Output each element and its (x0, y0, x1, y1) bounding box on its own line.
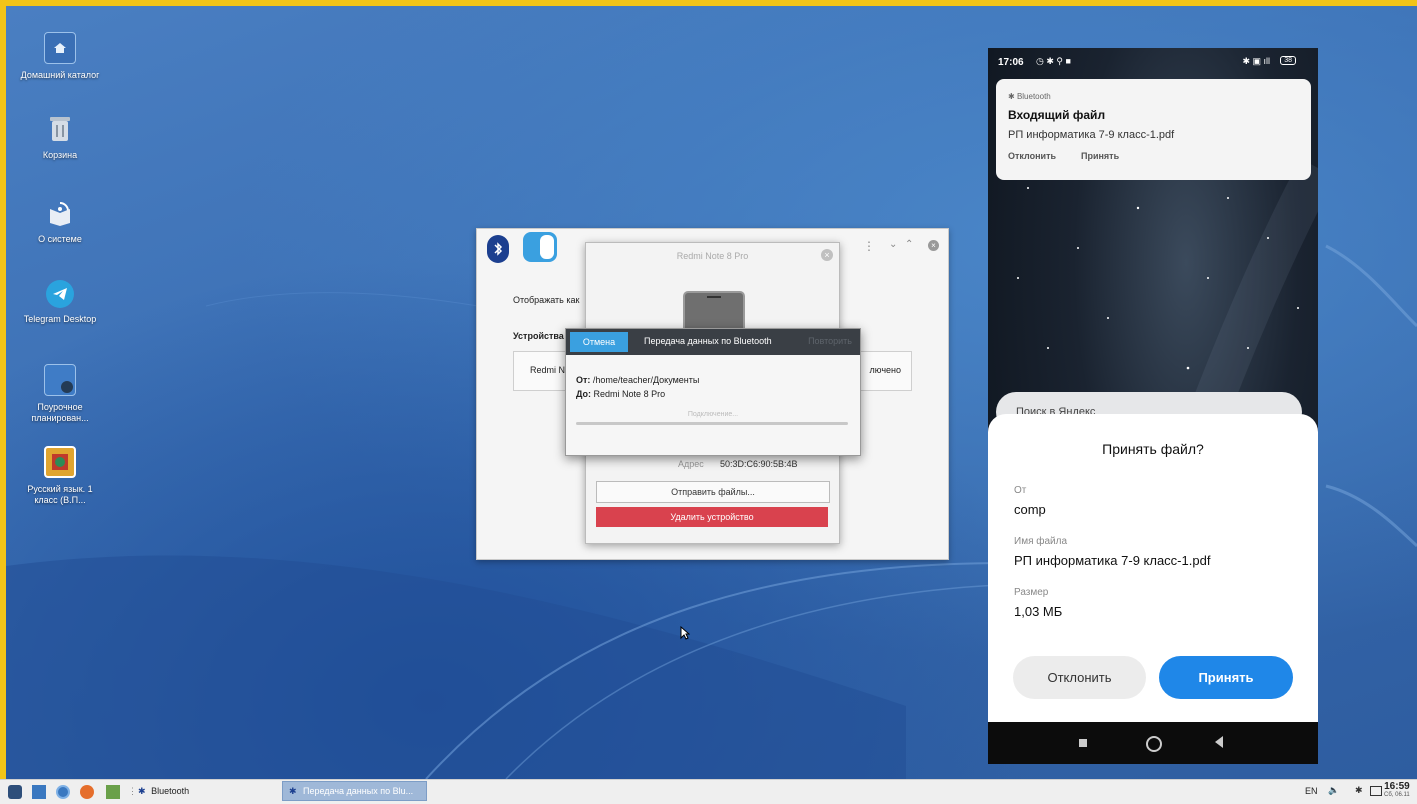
sheet-title: Принять файл? (1102, 441, 1204, 457)
notification-reject[interactable]: Отклонить (1008, 151, 1056, 161)
desktop-icon-label: Домашний каталог (20, 70, 100, 80)
start-menu-icon[interactable] (8, 785, 22, 799)
clock-time: 16:59 (1384, 781, 1410, 792)
to-label: До: (576, 389, 592, 399)
telegram-icon (46, 280, 74, 308)
clock-date: Сб, 06.11 (1384, 792, 1410, 798)
keyboard-layout[interactable]: EN (1305, 786, 1318, 796)
sheet-name-label: Имя файла (1014, 536, 1068, 547)
from-label: От: (576, 375, 591, 385)
desktop-icon-home[interactable]: Домашний каталог (20, 32, 100, 81)
sheet-size-value: 1,03 МБ (1014, 604, 1063, 619)
show-desktop-icon[interactable] (32, 785, 46, 799)
remove-device-button[interactable]: Удалить устройство (596, 507, 828, 527)
desktop-icon-label: Поурочное планирован... (31, 402, 89, 423)
device-dialog-title: Redmi Note 8 Pro (676, 251, 749, 261)
taskbar-separator: ⋮ (128, 786, 137, 796)
desktop-icon-label: Telegram Desktop (23, 314, 97, 324)
active-task-button[interactable]: ✱ Передача данных по Blu... (282, 781, 427, 801)
sheet-accept-button[interactable]: Принять (1159, 656, 1293, 699)
to-line: До: Redmi Note 8 Pro (576, 389, 665, 399)
transfer-title: Передача данных по Bluetooth (644, 336, 772, 346)
device-row-status: лючено (869, 365, 901, 375)
phone-signal-icon: ✱ ▣ ıll (1242, 56, 1270, 66)
address-value: 50:3D:C6:90:5B:4B (720, 459, 798, 469)
phone-status-icons: ◷ ✱ ⚲ ■ (1036, 56, 1071, 66)
active-task-label: Передача данных по Blu... (303, 786, 414, 796)
back-triangle-icon[interactable] (1215, 736, 1223, 748)
to-value: Redmi Note 8 Pro (593, 389, 666, 399)
firefox-icon[interactable] (80, 785, 94, 799)
file-manager-icon[interactable] (106, 785, 120, 799)
bluetooth-tray-icon[interactable]: ✱ (1355, 785, 1363, 796)
device-row-name: Redmi N (530, 365, 566, 375)
phone-battery-icon: 38 (1280, 56, 1296, 65)
sheet-from-label: От (1014, 485, 1027, 496)
clock[interactable]: 16:59 Сб, 06.11 (1384, 781, 1410, 798)
phone-screen: 17:06 ◷ ✱ ⚲ ■ ✱ ▣ ıll 38 ✱ Bluetooth Вхо… (988, 48, 1318, 764)
close-icon[interactable]: × (928, 240, 939, 251)
devices-header: Устройства (513, 331, 564, 341)
address-label: Адрес (678, 459, 704, 469)
folder-link-icon (44, 364, 76, 396)
bluetooth-transfer-dialog: Отмена Передача данных по Bluetooth Повт… (565, 328, 861, 456)
retry-button[interactable]: Повторить (808, 336, 852, 346)
cancel-button[interactable]: Отмена (570, 332, 628, 352)
phone-status-time: 17:06 (998, 57, 1024, 68)
device-dialog-close-icon[interactable]: × (821, 249, 833, 261)
volume-icon[interactable]: 🔈 (1328, 785, 1339, 796)
bluetooth-icon (487, 235, 509, 263)
phone-nav-bar (988, 722, 1318, 764)
sheet-name-value: РП информатика 7-9 класс-1.pdf (1014, 553, 1211, 568)
transfer-status: Подключение... (687, 411, 739, 418)
from-line: От: /home/teacher/Документы (576, 375, 699, 385)
send-files-button[interactable]: Отправить файлы... (596, 481, 830, 503)
bluetooth-notification[interactable]: ✱ Bluetooth Входящий файл РП информатика… (996, 79, 1311, 180)
home-folder-icon (44, 32, 76, 64)
about-system-icon (45, 198, 75, 228)
home-circle-icon[interactable] (1146, 736, 1162, 752)
bluetooth-taskbar-item[interactable]: ✱ Bluetooth (138, 786, 189, 797)
show-as-label: Отображать как (513, 295, 580, 305)
desktop-icon-label: Корзина (42, 150, 78, 160)
notification-app-line: ✱ Bluetooth (1008, 92, 1051, 101)
bluetooth-small-icon: ✱ (1008, 92, 1017, 101)
notification-app: Bluetooth (1016, 92, 1051, 101)
accept-file-sheet: Принять файл? От comp Имя файла РП инфор… (988, 414, 1318, 722)
desktop-icon-label: О системе (38, 234, 82, 244)
battery-level: 38 (1284, 57, 1292, 64)
bluetooth-toggle[interactable] (523, 232, 557, 262)
bluetooth-icon: ✱ (289, 786, 297, 796)
bluetooth-icon: ✱ (138, 786, 146, 796)
book-app-icon (44, 446, 76, 478)
maximize-chevron-icon[interactable]: ⌃ (905, 239, 913, 250)
minimize-chevron-icon[interactable]: ⌄ (889, 239, 897, 250)
desktop-icon-about[interactable]: О системе (20, 198, 100, 245)
mouse-cursor-icon (680, 626, 690, 640)
sheet-reject-button[interactable]: Отклонить (1013, 656, 1146, 699)
transfer-progress-bar (576, 422, 848, 425)
notifications-tray-icon[interactable] (1370, 786, 1382, 796)
notification-accept[interactable]: Принять (1081, 151, 1119, 161)
menu-kebab-icon[interactable]: ⋮ (863, 239, 875, 253)
transfer-header: Отмена Передача данных по Bluetooth Повт… (566, 329, 860, 355)
trash-icon (45, 114, 75, 144)
desktop-icon-russian-book[interactable]: Русский язык. 1 класс (В.П... (20, 446, 100, 506)
notification-body: РП информатика 7-9 класс-1.pdf (1008, 129, 1175, 141)
sheet-size-label: Размер (1014, 587, 1049, 598)
chromium-icon[interactable] (56, 785, 70, 799)
recents-square-icon[interactable] (1079, 739, 1087, 747)
from-value: /home/teacher/Документы (592, 375, 700, 385)
taskbar: ⋮ ✱ Bluetooth ✱ Передача данных по Blu..… (0, 779, 1417, 804)
sheet-from-value: comp (1014, 502, 1046, 517)
desktop-icon-telegram[interactable]: Telegram Desktop (20, 280, 100, 325)
bluetooth-taskbar-label: Bluetooth (151, 786, 190, 796)
desktop-icon-trash[interactable]: Корзина (20, 114, 100, 161)
notification-title: Входящий файл (1008, 108, 1106, 122)
desktop-icon-label: Русский язык. 1 класс (В.П... (27, 484, 93, 505)
desktop-icon-lesson-planning[interactable]: Поурочное планирован... (20, 364, 100, 424)
